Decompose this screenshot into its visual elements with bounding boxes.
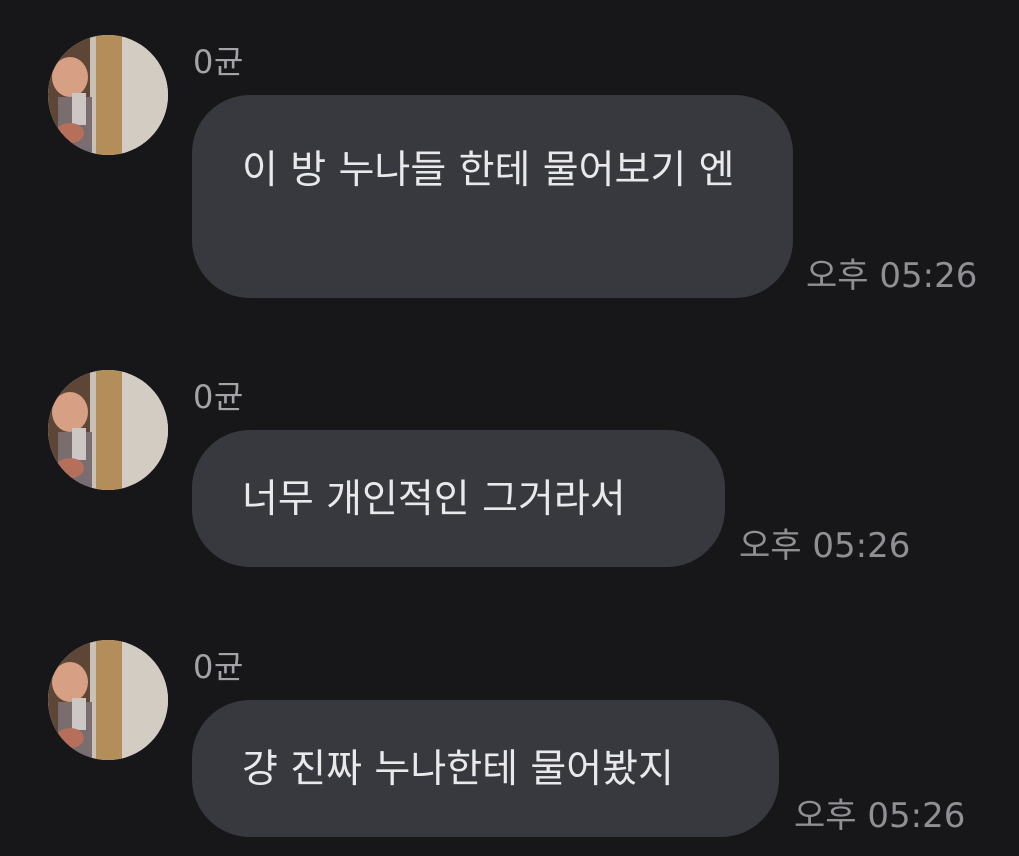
sender-name: 0균: [193, 378, 244, 416]
sender-name: 0균: [193, 43, 244, 81]
chat-message-list: 0균 이 방 누나들 한테 물어보기 엔 오후 05:26 0균 너무 개인적인…: [0, 0, 1019, 856]
message-time: 오후 05:26: [794, 796, 966, 836]
message-bubble[interactable]: 너무 개인적인 그거라서: [192, 430, 725, 567]
message-bubble[interactable]: 걍 진짜 누나한테 물어봤지: [192, 700, 779, 837]
avatar[interactable]: [48, 370, 168, 490]
message-time: 오후 05:26: [739, 526, 911, 566]
message-bubble[interactable]: 이 방 누나들 한테 물어보기 엔: [192, 95, 793, 298]
avatar-photo-icon: [48, 640, 168, 760]
avatar-photo-icon: [48, 35, 168, 155]
avatar[interactable]: [48, 35, 168, 155]
sender-name: 0균: [193, 648, 244, 686]
avatar[interactable]: [48, 640, 168, 760]
avatar-photo-icon: [48, 370, 168, 490]
message-time: 오후 05:26: [806, 256, 978, 296]
